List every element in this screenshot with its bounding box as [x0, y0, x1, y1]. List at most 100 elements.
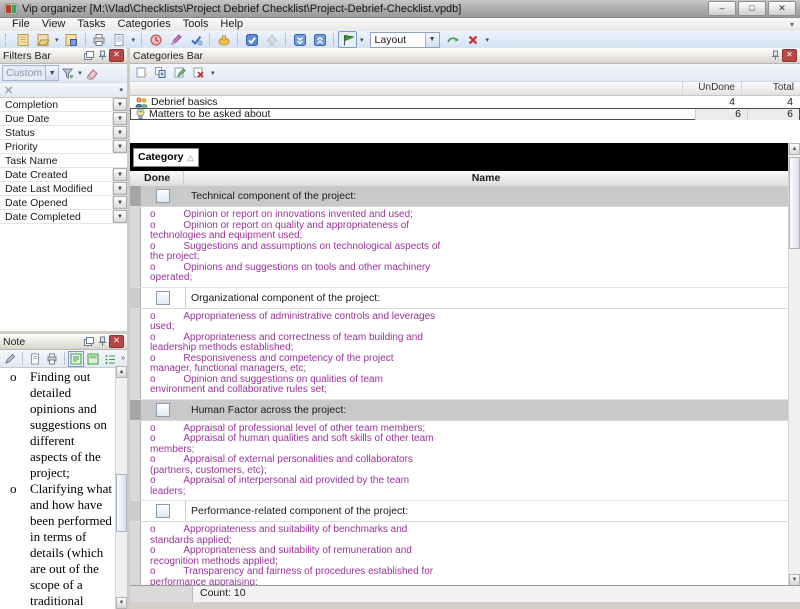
- column-undone[interactable]: UnDone: [682, 82, 741, 95]
- note-overflow-chevron-icon[interactable]: »: [119, 355, 127, 362]
- print-note-icon[interactable]: [44, 351, 60, 367]
- filter-row-date-last-modified[interactable]: Date Last Modified ▼: [0, 182, 127, 196]
- scroll-thumb[interactable]: [789, 157, 800, 249]
- filter-row-priority[interactable]: Priority ▼: [0, 140, 127, 154]
- complete-task-icon[interactable]: [186, 31, 205, 48]
- view-web-icon[interactable]: [85, 351, 101, 367]
- menu-tools[interactable]: Tools: [177, 18, 215, 31]
- delete-layout-icon[interactable]: [464, 31, 483, 48]
- task-checkbox[interactable]: [156, 504, 170, 518]
- apply-filter-dropdown-icon[interactable]: ▾: [76, 69, 84, 77]
- edit-task-icon[interactable]: [166, 31, 185, 48]
- menu-categories[interactable]: Categories: [112, 18, 177, 31]
- filter-row-status[interactable]: Status ▼: [0, 126, 127, 140]
- task-details-row[interactable]: o Appropriateness and suitability of ben…: [130, 522, 788, 586]
- dropdown-arrow-icon[interactable]: ▼: [113, 210, 127, 223]
- bullets-icon[interactable]: [102, 351, 118, 367]
- close-panel-icon[interactable]: ✕: [109, 49, 124, 62]
- scroll-up-icon[interactable]: ▲: [116, 366, 127, 378]
- pin-icon[interactable]: [96, 336, 109, 347]
- task-details-row[interactable]: o Appropriateness of administrative cont…: [130, 309, 788, 400]
- erase-filter-icon[interactable]: [84, 65, 101, 81]
- dropdown-arrow-icon[interactable]: ▼: [113, 140, 127, 153]
- filter-row-date-opened[interactable]: Date Opened ▼: [0, 196, 127, 210]
- move-up-icon[interactable]: [262, 31, 281, 48]
- close-icon[interactable]: ✕: [768, 1, 796, 16]
- column-total[interactable]: Total: [741, 82, 800, 95]
- filter-row-date-completed[interactable]: Date Completed ▼: [0, 210, 127, 224]
- task-row[interactable]: Technical component of the project:: [130, 186, 788, 207]
- note-scrollbar[interactable]: ▲ ▼: [115, 366, 127, 609]
- preview-note-icon[interactable]: [27, 351, 43, 367]
- open-notebook-icon[interactable]: [33, 31, 52, 48]
- note-content[interactable]: o Finding out detailed opinions and sugg…: [0, 366, 115, 609]
- toolbar-grip[interactable]: [5, 34, 9, 46]
- task-name[interactable]: Human Factor across the project:: [186, 400, 788, 420]
- edit-category-icon[interactable]: [171, 65, 188, 81]
- grid-scrollbar[interactable]: ▲ ▼: [788, 143, 800, 586]
- group-by-category[interactable]: Category △: [133, 148, 199, 167]
- filter-preset-combo[interactable]: Custom ▼: [2, 65, 59, 81]
- float-window-icon[interactable]: [82, 50, 95, 61]
- dropdown-arrow-icon[interactable]: ▼: [113, 168, 127, 181]
- maximize-icon[interactable]: □: [738, 1, 766, 16]
- filter-row-task-name[interactable]: Task Name: [0, 154, 127, 168]
- task-row[interactable]: Human Factor across the project:: [130, 400, 788, 421]
- menu-tasks[interactable]: Tasks: [71, 18, 111, 31]
- float-window-icon[interactable]: [82, 336, 95, 347]
- category-row-debrief-basics[interactable]: Debrief basics 4 4: [130, 96, 800, 108]
- view-normal-icon[interactable]: [68, 351, 84, 367]
- menu-file[interactable]: File: [6, 18, 36, 31]
- new-subcategory-icon[interactable]: [152, 65, 169, 81]
- pin-icon[interactable]: [96, 50, 109, 61]
- dropdown-arrow-icon[interactable]: ▼: [113, 182, 127, 195]
- dropdown-arrow-icon[interactable]: ▼: [113, 126, 127, 139]
- menu-view[interactable]: View: [36, 18, 72, 31]
- layout-combo[interactable]: Layout ▼: [370, 32, 440, 48]
- task-details-row[interactable]: o Opinion or report on innovations inven…: [130, 207, 788, 288]
- filter-row-completion[interactable]: Completion ▼: [0, 98, 127, 112]
- toolbar-overflow-icon[interactable]: ▾: [484, 36, 492, 44]
- new-task-icon[interactable]: [146, 31, 165, 48]
- filter-row-date-created[interactable]: Date Created ▼: [0, 168, 127, 182]
- save-icon[interactable]: [62, 31, 81, 48]
- filter-preset-arrow-icon[interactable]: ▼: [45, 66, 58, 80]
- task-name[interactable]: Technical component of the project:: [186, 186, 788, 206]
- share-icon[interactable]: [214, 31, 233, 48]
- print-icon[interactable]: [90, 31, 109, 48]
- task-row[interactable]: Performance-related component of the pro…: [130, 501, 788, 522]
- column-name[interactable]: Name: [184, 171, 788, 186]
- scroll-thumb[interactable]: [116, 474, 127, 532]
- filters-overflow-icon[interactable]: ▾: [117, 86, 125, 94]
- scroll-down-icon[interactable]: ▼: [116, 597, 127, 609]
- scroll-up-icon[interactable]: ▲: [789, 143, 800, 155]
- layout-flag-icon[interactable]: [338, 31, 357, 48]
- layout-combo-arrow-icon[interactable]: ▼: [425, 33, 439, 47]
- delete-category-icon[interactable]: [190, 65, 207, 81]
- column-done[interactable]: Done: [130, 171, 184, 186]
- filter-row-due-date[interactable]: Due Date ▼: [0, 112, 127, 126]
- expand-all-icon[interactable]: [290, 31, 309, 48]
- apply-filter-icon[interactable]: [59, 65, 76, 81]
- task-row[interactable]: Organizational component of the project:: [130, 288, 788, 309]
- pin-icon[interactable]: [769, 50, 782, 61]
- file-group-overflow-icon[interactable]: ▾: [130, 36, 138, 44]
- task-checkbox[interactable]: [156, 291, 170, 305]
- menubar-overflow-icon[interactable]: ▾: [790, 20, 800, 29]
- close-panel-icon[interactable]: ✕: [782, 49, 797, 62]
- mark-complete-icon[interactable]: [242, 31, 261, 48]
- edit-note-icon[interactable]: [2, 351, 18, 367]
- layout-dropdown-icon[interactable]: ▾: [358, 36, 366, 44]
- open-dropdown-icon[interactable]: ▾: [53, 36, 61, 44]
- categories-overflow-icon[interactable]: ▾: [209, 69, 217, 77]
- task-name[interactable]: Organizational component of the project:: [186, 288, 788, 308]
- close-panel-icon[interactable]: ✕: [109, 335, 124, 348]
- apply-layout-icon[interactable]: [444, 31, 463, 48]
- task-checkbox[interactable]: [156, 403, 170, 417]
- dropdown-arrow-icon[interactable]: ▼: [113, 112, 127, 125]
- menu-help[interactable]: Help: [214, 18, 249, 31]
- task-name[interactable]: Performance-related component of the pro…: [186, 501, 788, 521]
- new-notebook-icon[interactable]: [13, 31, 32, 48]
- new-category-icon[interactable]: [133, 65, 150, 81]
- collapse-all-icon[interactable]: [310, 31, 329, 48]
